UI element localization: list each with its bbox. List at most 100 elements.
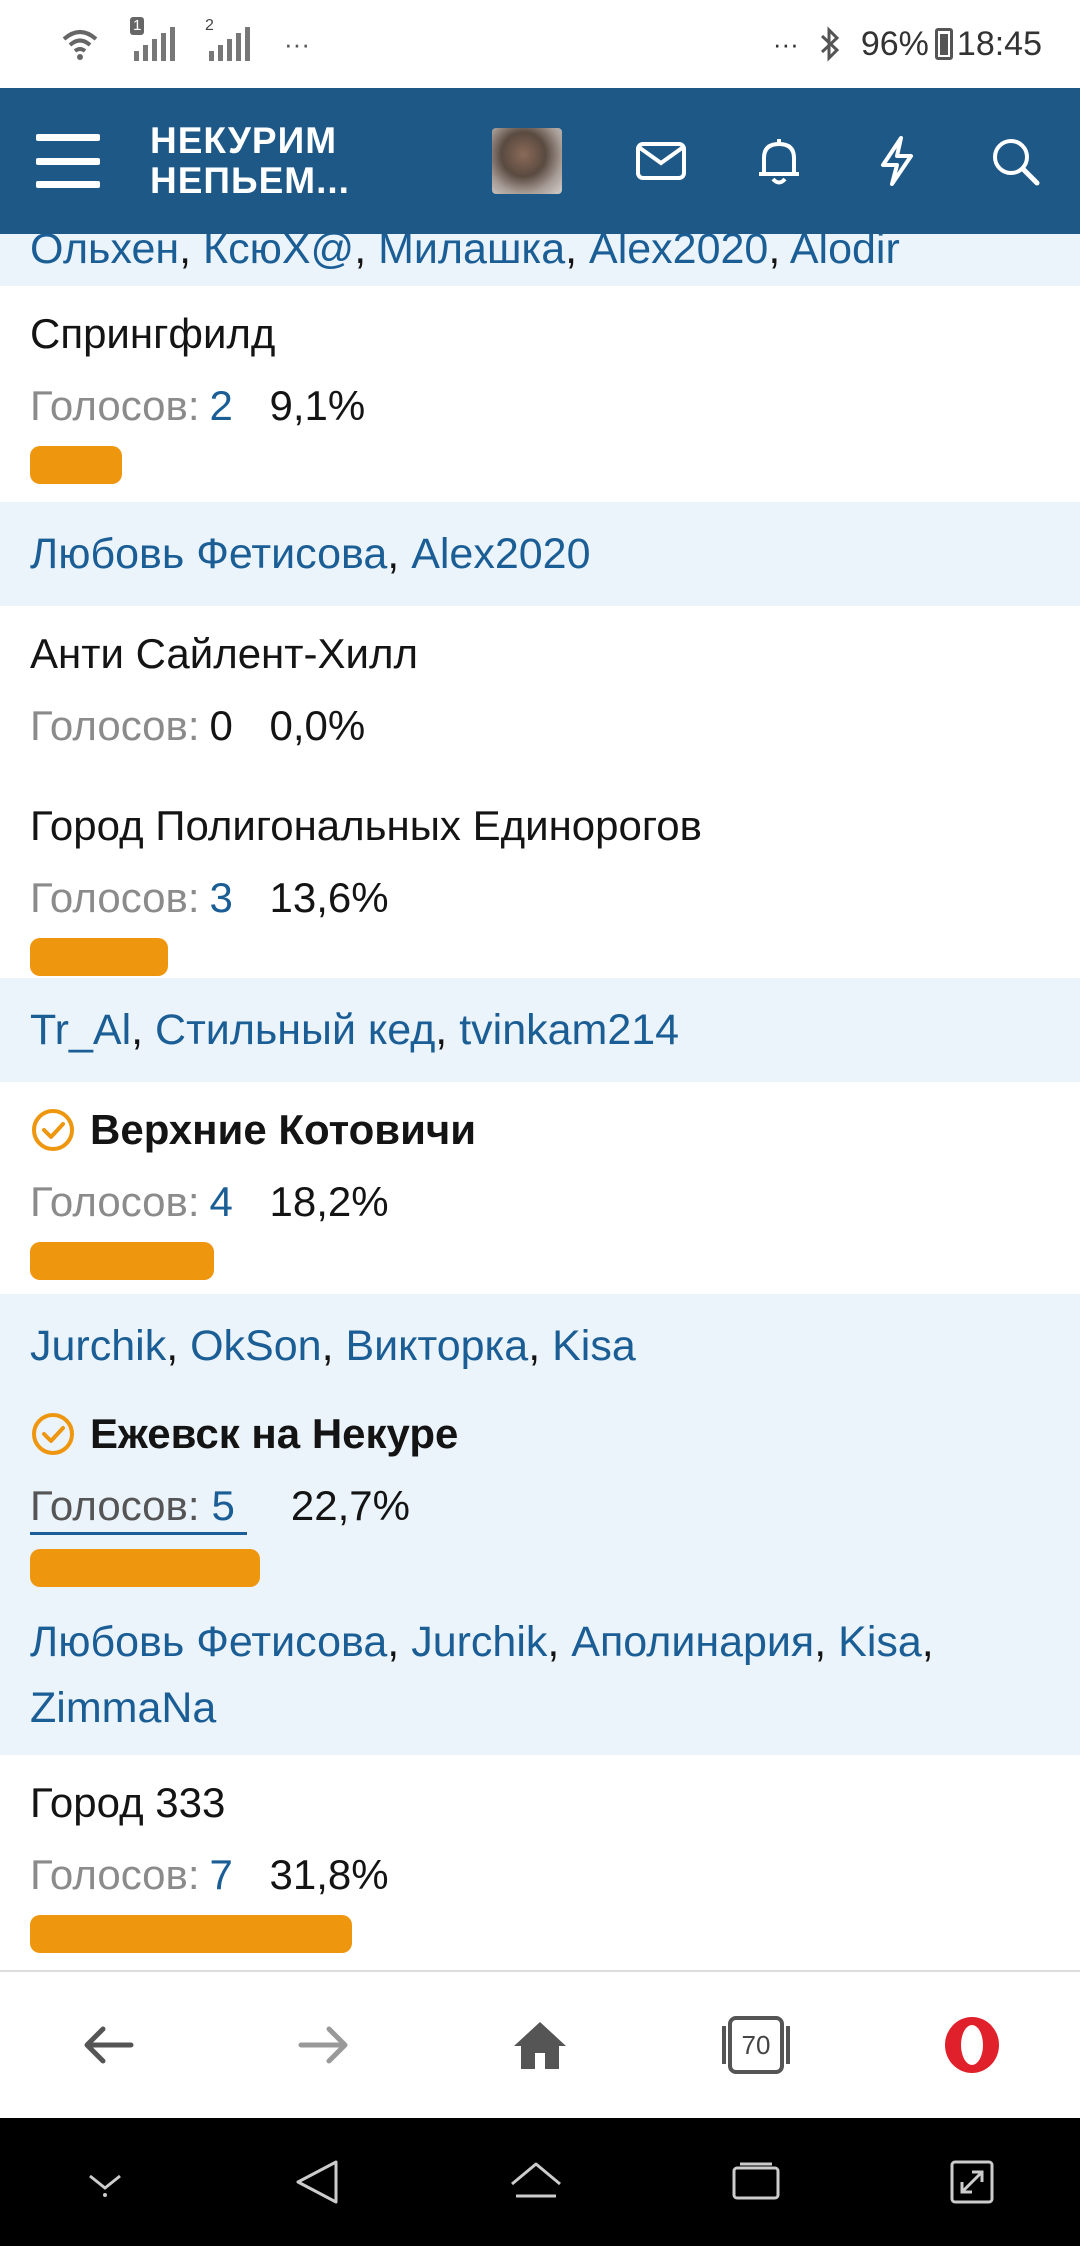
voter-link[interactable]: OkSon xyxy=(190,1322,321,1370)
option-title: Ежевск на Некуре xyxy=(90,1410,459,1457)
votes-label: Голосов: xyxy=(30,1482,200,1529)
whats-new-button[interactable] xyxy=(838,111,956,211)
option-stats: Голосов: 4 18,2% xyxy=(30,1176,1050,1228)
status-left: 1 2 ··· xyxy=(60,17,310,61)
voter-link[interactable]: Alodir xyxy=(790,234,900,273)
signal-sim2-icon: 2 xyxy=(205,17,250,61)
back-triangle-icon[interactable] xyxy=(292,2156,342,2208)
logo-line-1: НЕКУРИМ xyxy=(150,120,338,161)
voter-link[interactable]: ZimmaNa xyxy=(30,1684,216,1732)
back-button[interactable] xyxy=(48,1985,168,2105)
voter-link[interactable]: Alex2020 xyxy=(411,530,590,578)
voters-list: Ольхен, КсюХ@, Милашка, Alex2020, Alodir xyxy=(0,234,1080,286)
option-title-voted: Ежевск на Некуре xyxy=(30,1396,1050,1460)
browser-toolbar: 70 xyxy=(0,1970,1080,2118)
votes-count-link[interactable]: 2 xyxy=(210,380,270,432)
voter-link[interactable]: Kisa xyxy=(838,1618,922,1666)
votes-label: Голосов: xyxy=(30,1178,200,1225)
voter-link[interactable]: Стильный кед xyxy=(155,1006,435,1054)
inbox-button[interactable] xyxy=(602,111,720,211)
option-stats: Голосов: 7 31,8% xyxy=(30,1849,1050,1901)
votes-label: Голосов: xyxy=(30,874,200,921)
option-title: Спрингфилд xyxy=(30,310,276,357)
app-header: НЕКУРИМ НЕПЬЕМ... xyxy=(0,88,1080,234)
logo-line-2: НЕПЬЕМ... xyxy=(150,160,350,201)
tabs-button[interactable]: 70 xyxy=(696,1985,816,2105)
poll-option: Верхние Котовичи Голосов: 4 18,2% xyxy=(0,1082,1080,1294)
vote-bar xyxy=(30,938,168,976)
check-circle-icon xyxy=(32,1109,74,1151)
vote-percent: 18,2% xyxy=(269,1178,389,1225)
poll-results: Ольхен, КсюХ@, Милашка, Alex2020, Alodir… xyxy=(0,234,1080,1970)
poll-option: Анти Сайлент-Хилл Голосов: 0 0,0% xyxy=(0,606,1080,778)
voter-link[interactable]: Tr_Al xyxy=(30,1006,131,1054)
vote-percent: 31,8% xyxy=(269,1851,389,1898)
search-icon xyxy=(993,139,1040,186)
status-right: ··· 96% 18:45 xyxy=(773,25,1042,64)
voter-link[interactable]: Alex2020 xyxy=(589,234,768,273)
home-button[interactable] xyxy=(480,1985,600,2105)
voters-list: Любовь Фетисова, Jurchik, Аполинария, Ki… xyxy=(30,1618,934,1732)
voter-link[interactable]: Викторка xyxy=(345,1322,528,1370)
site-logo[interactable]: НЕКУРИМ НЕПЬЕМ... xyxy=(150,121,470,201)
vote-percent: 22,7% xyxy=(290,1482,410,1529)
avatar[interactable] xyxy=(492,128,562,194)
status-more-left: ··· xyxy=(284,28,310,59)
votes-link-active[interactable]: Голосов: 5 xyxy=(30,1480,247,1535)
voter-link[interactable]: Kisa xyxy=(552,1322,636,1370)
status-bar: 1 2 ··· ··· 96% 18:45 xyxy=(0,0,1080,88)
bluetooth-icon xyxy=(820,26,840,62)
alerts-button[interactable] xyxy=(720,111,838,211)
poll-option: Спрингфилд Голосов: 2 9,1% xyxy=(0,286,1080,502)
voters-list: Любовь Фетисова, Alex2020 xyxy=(0,502,1080,606)
option-title: Верхние Котовичи xyxy=(90,1106,477,1153)
voter-link[interactable]: Любовь Фетисова xyxy=(30,530,387,578)
tabs-count: 70 xyxy=(741,2029,771,2060)
vote-percent: 9,1% xyxy=(269,382,366,429)
voter-link[interactable]: Милашка xyxy=(378,234,565,273)
vote-percent: 13,6% xyxy=(269,874,389,921)
sim1-badge: 1 xyxy=(130,17,145,35)
votes-count-link[interactable]: 3 xyxy=(210,872,270,924)
menu-icon[interactable] xyxy=(36,134,100,188)
votes-label: Голосов: xyxy=(30,702,200,749)
votes-count-link: 5 xyxy=(211,1482,235,1529)
battery-percent: 96% xyxy=(860,24,929,63)
search-button[interactable] xyxy=(956,111,1074,211)
opera-logo-icon xyxy=(945,2017,999,2073)
voter-link[interactable]: КсюХ@ xyxy=(203,234,354,273)
battery-icon xyxy=(934,28,953,60)
wifi-icon xyxy=(62,30,98,60)
option-title: Анти Сайлент-Хилл xyxy=(30,630,418,677)
option-stats: Голосов: 3 13,6% xyxy=(30,872,1050,924)
poll-option-highlighted: Jurchik, OkSon, Викторка, Kisa Ежевск на… xyxy=(0,1294,1080,1755)
screen-rotate-icon[interactable] xyxy=(946,2156,998,2208)
sim2-badge: 2 xyxy=(205,17,214,34)
vote-bar xyxy=(30,1549,260,1587)
voter-link[interactable]: Jurchik xyxy=(411,1618,547,1666)
voter-link[interactable]: Jurchik xyxy=(30,1322,166,1370)
forward-button[interactable] xyxy=(264,1985,384,2105)
chevron-down-icon[interactable] xyxy=(82,2162,128,2202)
bell-icon xyxy=(759,139,799,185)
vote-bar xyxy=(30,1915,352,1953)
voter-link[interactable]: Ольхен xyxy=(30,234,179,273)
arrow-right-icon xyxy=(298,2026,348,2064)
option-stats: Голосов: 2 9,1% xyxy=(30,380,1050,432)
option-stats: Голосов: 0 0,0% xyxy=(30,700,1050,752)
votes-count-link[interactable]: 7 xyxy=(210,1849,270,1901)
recents-square-icon[interactable] xyxy=(730,2160,782,2204)
poll-option: Город 333 Голосов: 7 31,8% xyxy=(0,1755,1080,1955)
vote-bar xyxy=(30,446,122,484)
voter-link[interactable]: tvinkam214 xyxy=(459,1006,679,1054)
home-circle-icon[interactable] xyxy=(506,2156,566,2208)
votes-label: Голосов: xyxy=(30,1851,200,1898)
option-stats: Голосов: 5 22,7% xyxy=(30,1480,1050,1535)
option-title: Город 333 xyxy=(30,1779,226,1826)
votes-count: 0 xyxy=(209,702,233,749)
opera-menu-button[interactable] xyxy=(912,1985,1032,2105)
voters-list: Tr_Al, Стильный кед, tvinkam214 xyxy=(0,978,1080,1082)
voter-link[interactable]: Любовь Фетисова xyxy=(30,1618,387,1666)
votes-count-link[interactable]: 4 xyxy=(210,1176,270,1228)
voter-link[interactable]: Аполинария xyxy=(571,1618,814,1666)
